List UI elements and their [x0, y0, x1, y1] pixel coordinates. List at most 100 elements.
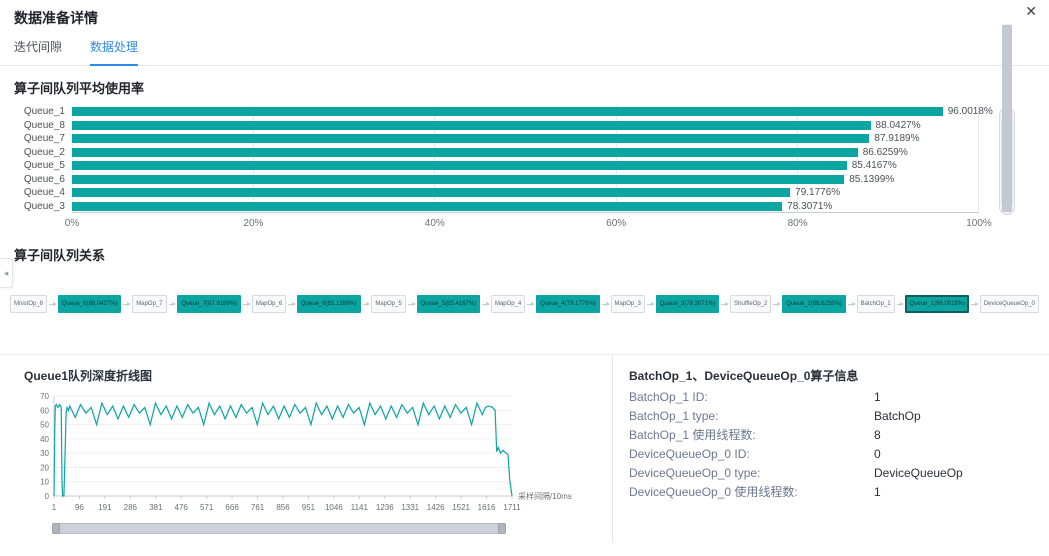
flow-arrow-icon — [897, 304, 904, 305]
bar-value-label: 96.0018% — [948, 106, 993, 118]
flow-arrow-icon — [721, 304, 728, 305]
svg-text:951: 951 — [302, 503, 316, 512]
flow-arrow-icon — [647, 304, 654, 305]
svg-text:1141: 1141 — [351, 503, 369, 512]
bar[interactable] — [72, 161, 847, 170]
bar-value-label: 86.6259% — [863, 147, 908, 159]
zoom-handle-bottom[interactable] — [1002, 24, 1012, 212]
bar-row: Queue_4 79.1776% — [14, 186, 979, 200]
bar-category-label: Queue_1 — [14, 105, 72, 119]
svg-text:50: 50 — [40, 421, 49, 430]
bar[interactable] — [72, 121, 871, 130]
hscroll-handle-right[interactable] — [498, 523, 506, 534]
svg-text:1236: 1236 — [376, 503, 394, 512]
pipeline-node-MapOp_4[interactable]: MapOp_4 — [491, 295, 525, 313]
flow-arrow-icon — [123, 304, 130, 305]
queue-usage-chart: Queue_196.0018%Queue_888.0427%Queue_787.… — [14, 105, 1035, 233]
queue-usage-title: 算子间队列平均使用率 — [14, 78, 1035, 97]
x-tick-label: 0% — [65, 218, 79, 229]
info-label: BatchOp_1 type: — [629, 410, 874, 422]
hscroll-handle-left[interactable] — [52, 523, 60, 534]
bar-row: Queue_685.1399% — [14, 173, 979, 187]
info-row: BatchOp_1 ID:1 — [629, 391, 1031, 403]
bar-category-label: Queue_4 — [14, 186, 72, 200]
flow-arrow-icon — [408, 304, 415, 305]
pipeline-node-Queue_7[interactable]: Queue_7(87.9189%) — [177, 295, 241, 313]
pipeline-node-BatchOp_1[interactable]: BatchOp_1 — [857, 295, 895, 313]
bar[interactable] — [72, 107, 943, 116]
flow-arrow-icon — [482, 304, 489, 305]
pipeline-title: 算子间队列关系 — [14, 245, 1035, 264]
svg-text:666: 666 — [225, 503, 239, 512]
bar-row: Queue_2 86.6259% — [14, 146, 979, 160]
bar-category-label: Queue_6 — [14, 173, 72, 187]
queue-usage-plot: Queue_196.0018%Queue_888.0427%Queue_787.… — [14, 105, 979, 233]
pipeline-node-MnistOp_8[interactable]: MnistOp_8 — [10, 295, 47, 313]
svg-text:1521: 1521 — [452, 503, 470, 512]
data-preparation-details-panel: 数据准备详情 ✕ 迭代间隙 数据处理 算子间队列平均使用率 Queue_196.… — [0, 0, 1049, 556]
close-icon[interactable]: ✕ — [1025, 4, 1037, 18]
svg-text:381: 381 — [149, 503, 163, 512]
info-value: 1 — [874, 391, 881, 403]
op-info-rows: BatchOp_1 ID:1BatchOp_1 type:BatchOpBatc… — [629, 391, 1031, 498]
svg-text:0: 0 — [45, 492, 50, 501]
pipeline-node-DeviceQueueOp_0[interactable]: DeviceQueueOp_0 — [980, 295, 1039, 313]
x-tick-label: 40% — [425, 218, 445, 229]
bar[interactable] — [72, 188, 790, 197]
svg-text:856: 856 — [276, 503, 290, 512]
pipeline-node-MapOp_5[interactable]: MapOp_5 — [371, 295, 405, 313]
pipeline-node-ShuffleOp_2[interactable]: ShuffleOp_2 — [730, 295, 771, 313]
svg-text:10: 10 — [40, 478, 49, 487]
bar[interactable] — [72, 134, 869, 143]
bar-value-label: 88.0427% — [876, 120, 921, 132]
pipeline-node-Queue_6[interactable]: Queue_6(85.1399%) — [297, 295, 361, 313]
bar-row: Queue_196.0018% — [14, 105, 979, 119]
bar-row: Queue_378.3071% — [14, 200, 979, 214]
info-row: BatchOp_1 使用线程数:8 — [629, 429, 1031, 441]
pipeline-node-MapOp_3[interactable]: MapOp_3 — [611, 295, 645, 313]
svg-text:191: 191 — [98, 503, 112, 512]
bar-row: Queue_585.4167% — [14, 159, 979, 173]
x-tick-label: 60% — [606, 218, 626, 229]
bar[interactable] — [72, 148, 858, 157]
svg-text:761: 761 — [251, 503, 265, 512]
bar-track: 88.0427% — [72, 119, 979, 133]
pipeline-node-MapOp_7[interactable]: MapOp_7 — [132, 295, 166, 313]
bar-value-label: 79.1776% — [795, 187, 840, 199]
queue-usage-zoom-slider[interactable] — [999, 107, 1015, 215]
svg-text:1046: 1046 — [325, 503, 343, 512]
depth-chart-svg: 0102030405060701961912863814765716667618… — [24, 388, 584, 520]
pipeline-node-Queue_3[interactable]: Queue_3(78.3071%) — [656, 295, 720, 313]
svg-text:1616: 1616 — [478, 503, 496, 512]
depth-chart-zoom-slider[interactable] — [52, 523, 506, 534]
svg-text:40: 40 — [40, 435, 49, 444]
pipeline-node-Queue_4[interactable]: Queue_4(79.1776%) — [536, 295, 600, 313]
bar-track: 87.9189% — [72, 132, 979, 146]
collapse-left-button[interactable]: ◂ — [0, 258, 13, 288]
pipeline-node-Queue_8[interactable]: Queue_8(88.0427%) — [58, 295, 122, 313]
pipeline-node-Queue_2[interactable]: Queue_2(86.6259%) — [782, 295, 846, 313]
info-value: DeviceQueueOp — [874, 467, 963, 479]
svg-text:20: 20 — [40, 463, 49, 472]
pipeline-node-MapOp_6[interactable]: MapOp_6 — [252, 295, 286, 313]
info-value: 0 — [874, 448, 881, 460]
tab-iteration-gap[interactable]: 迭代间隙 — [14, 38, 62, 65]
bar-row: Queue_7 87.9189% — [14, 132, 979, 146]
bar-category-label: Queue_7 — [14, 132, 72, 146]
bar-category-label: Queue_2 — [14, 146, 72, 160]
bar-value-label: 87.9189% — [874, 133, 919, 145]
svg-text:571: 571 — [200, 503, 214, 512]
bar-track: 85.1399% — [72, 173, 979, 187]
bar[interactable] — [72, 202, 782, 211]
tab-bar: 迭代间隙 数据处理 — [0, 28, 1049, 66]
svg-text:1711: 1711 — [503, 503, 521, 512]
info-row: DeviceQueueOp_0 ID:0 — [629, 448, 1031, 460]
pipeline-node-Queue_1[interactable]: Queue_1(96.0018%) — [905, 295, 969, 313]
bar-value-label: 78.3071% — [787, 201, 832, 213]
info-row: BatchOp_1 type:BatchOp — [629, 410, 1031, 422]
bar[interactable] — [72, 175, 844, 184]
tab-data-processing[interactable]: 数据处理 — [90, 38, 138, 66]
pipeline-node-Queue_5[interactable]: Queue_5(85.4167%) — [417, 295, 481, 313]
svg-text:1331: 1331 — [401, 503, 419, 512]
flow-arrow-icon — [773, 304, 780, 305]
